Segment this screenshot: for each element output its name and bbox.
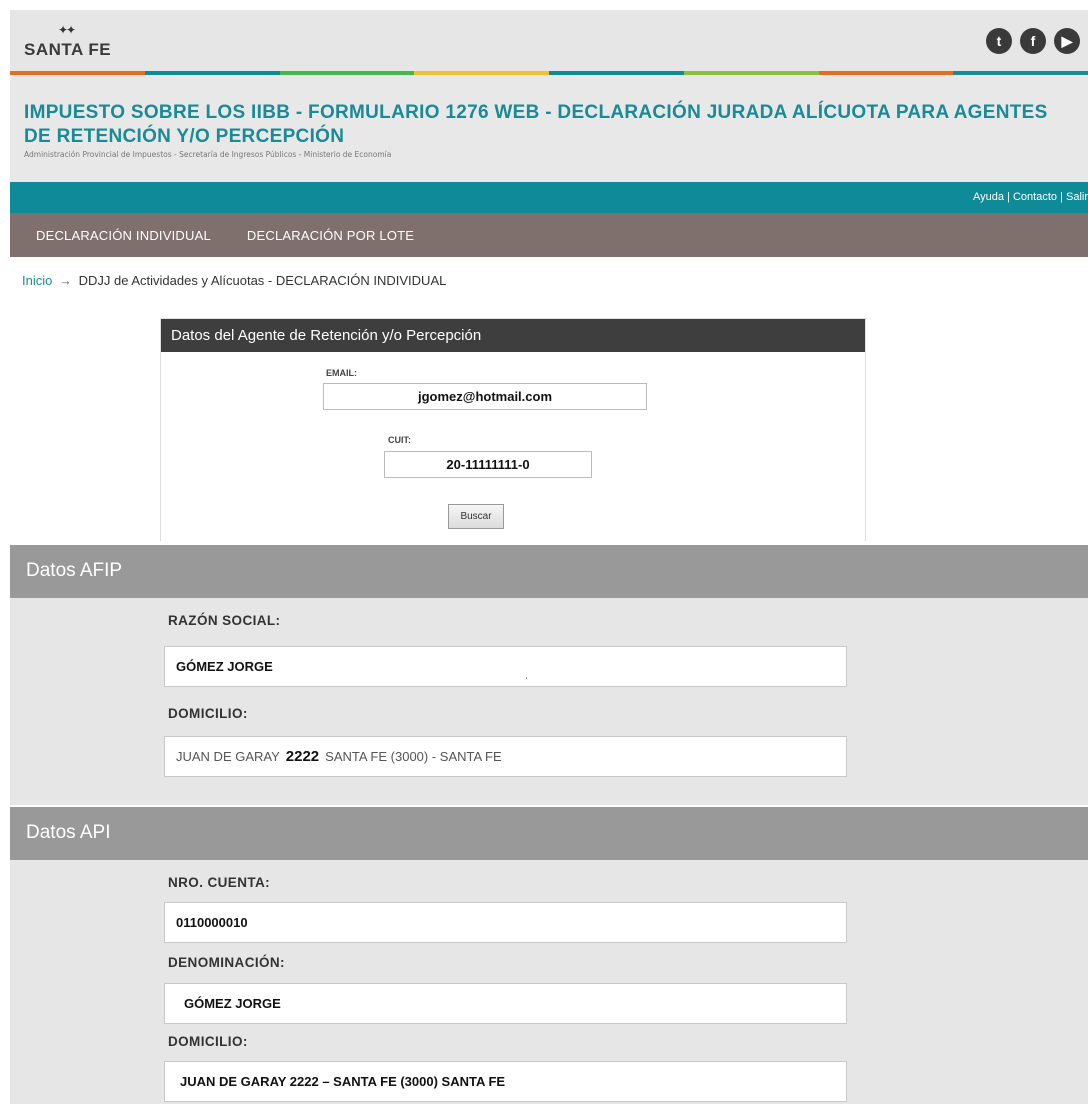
api-domicilio-label: DOMICILIO: (168, 1034, 248, 1049)
cuenta-label: NRO. CUENTA: (168, 875, 271, 890)
youtube-icon[interactable]: ▶ (1054, 28, 1080, 54)
santa-fe-logo[interactable]: ✦✦ SANTA FE (24, 23, 114, 63)
contact-link[interactable]: Contacto (1013, 191, 1057, 203)
afip-domicilio-label: DOMICILIO: (168, 706, 248, 721)
afip-domicilio-rest: SANTA FE (3000) - SANTA FE (325, 749, 502, 764)
social-links: t f ▶ (986, 28, 1080, 54)
afip-domicilio-street: JUAN DE GARAY (176, 749, 280, 764)
agent-data-panel: Datos del Agente de Retención y/o Percep… (160, 318, 866, 541)
site-header: ✦✦ SANTA FE t f ▶ (10, 10, 1088, 75)
api-section: Datos API NRO. CUENTA: 0110000010 DENOMI… (10, 807, 1088, 1104)
breadcrumb-home-link[interactable]: Inicio (22, 273, 52, 288)
cuenta-field: 0110000010 (164, 902, 847, 943)
logo-stars-icon: ✦✦ (58, 23, 76, 37)
afip-section-title: Datos AFIP (10, 545, 1088, 598)
logo-text: SANTA FE (24, 40, 112, 59)
cuit-label: CUIT: (388, 435, 411, 445)
breadcrumb: Inicio → DDJJ de Actividades y Alícuotas… (22, 273, 446, 288)
razon-social-label: RAZÓN SOCIAL: (168, 613, 281, 628)
top-links-bar: Ayuda | Contacto | Salir (10, 182, 1088, 213)
page-title: IMPUESTO SOBRE LOS IIBB - FORMULARIO 127… (24, 102, 1048, 147)
denominacion-label: DENOMINACIÓN: (168, 955, 285, 970)
logout-link[interactable]: Salir (1066, 191, 1088, 203)
title-bar: IMPUESTO SOBRE LOS IIBB - FORMULARIO 127… (10, 75, 1088, 182)
api-section-title: Datos API (10, 807, 1088, 860)
menu-item-individual[interactable]: DECLARACIÓN INDIVIDUAL (36, 228, 211, 243)
api-domicilio-field: JUAN DE GARAY 2222 – SANTA FE (3000) SAN… (164, 1061, 847, 1102)
afip-section: Datos AFIP RAZÓN SOCIAL: GÓMEZ JORGE ˌ D… (10, 545, 1088, 805)
main-menu: DECLARACIÓN INDIVIDUAL DECLARACIÓN POR L… (10, 213, 1088, 257)
afip-domicilio-field: JUAN DE GARAY 2222 SANTA FE (3000) - SAN… (164, 736, 847, 777)
email-label: EMAIL: (326, 368, 357, 378)
search-button[interactable]: Buscar (448, 504, 504, 529)
text-cursor: ˌ (525, 669, 528, 679)
twitter-icon[interactable]: t (986, 28, 1012, 54)
email-field[interactable]: jgomez@hotmail.com (323, 383, 647, 410)
arrow-right-icon: → (58, 273, 72, 288)
razon-social-field: GÓMEZ JORGE ˌ (164, 646, 847, 687)
agent-panel-title: Datos del Agente de Retención y/o Percep… (161, 319, 865, 352)
breadcrumb-current: DDJJ de Actividades y Alícuotas - DECLAR… (78, 273, 447, 288)
menu-item-batch[interactable]: DECLARACIÓN POR LOTE (247, 228, 414, 243)
portal-area: ✦✦ SANTA FE t f ▶ IMPUESTO SOBRE LOS IIB… (10, 10, 1088, 541)
help-link[interactable]: Ayuda (973, 191, 1004, 203)
denominacion-field: GÓMEZ JORGE (164, 983, 847, 1024)
razon-social-value: GÓMEZ JORGE (176, 659, 273, 674)
page-subtitle: Administración Provincial de Impuestos -… (24, 150, 392, 159)
top-links: Ayuda | Contacto | Salir (973, 191, 1088, 203)
facebook-icon[interactable]: f (1020, 28, 1046, 54)
cuit-field[interactable]: 20-11111111-0 (384, 451, 592, 478)
afip-domicilio-number: 2222 (285, 748, 320, 765)
